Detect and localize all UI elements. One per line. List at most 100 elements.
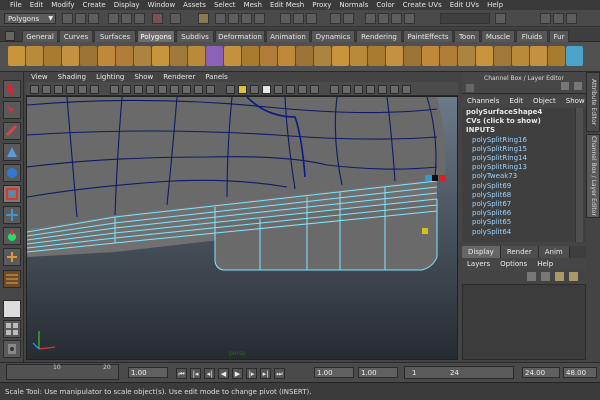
shelf-tool-icon[interactable] — [314, 46, 331, 66]
shelf-tool-icon[interactable] — [350, 46, 367, 66]
render-current-icon[interactable] — [378, 13, 389, 24]
go-to-end-button[interactable]: ⏭ — [274, 368, 285, 379]
shelf-tab-curves[interactable]: Curves — [59, 30, 93, 42]
panel-toolbar-icon[interactable] — [146, 85, 155, 94]
input-node-item[interactable]: polySplit64 — [462, 228, 586, 237]
shelf-tool-icon[interactable] — [224, 46, 241, 66]
shelf-tool-icon[interactable] — [260, 46, 277, 66]
shelf-tool-icon[interactable] — [422, 46, 439, 66]
layer-tab-render[interactable]: Render — [500, 246, 539, 258]
render-view-icon[interactable] — [365, 13, 376, 24]
range-start-field[interactable]: 1.00 — [314, 367, 354, 378]
shelf-tool-icon[interactable] — [404, 46, 421, 66]
show-manipulator-icon[interactable] — [3, 248, 21, 266]
menu-create[interactable]: Create — [78, 0, 109, 10]
shelf-tab-muscle[interactable]: Muscle — [481, 30, 515, 42]
move-layer-up-icon[interactable] — [527, 272, 536, 281]
perspective-viewport[interactable]: persp — [26, 96, 458, 360]
menu-edit-uvs[interactable]: Edit UVs — [446, 0, 483, 10]
play-forwards-button[interactable]: ▶ — [232, 368, 243, 379]
panel-toolbar-icon[interactable] — [30, 85, 39, 94]
select-hierarchy-icon[interactable] — [108, 13, 119, 24]
scale-handle-y[interactable] — [422, 228, 428, 234]
history-icon[interactable] — [330, 13, 341, 24]
select-object-icon[interactable] — [121, 13, 132, 24]
shelf-tool-icon[interactable] — [458, 46, 475, 66]
vertex-mask-icon[interactable] — [215, 13, 226, 24]
shelf-tool-icon[interactable] — [386, 46, 403, 66]
input-node-item[interactable]: polySplit68 — [462, 191, 586, 200]
layer-tab-anim[interactable]: Anim — [538, 246, 570, 258]
input-node-item[interactable]: polySplit65 — [462, 218, 586, 227]
panel-toolbar-icon[interactable] — [402, 85, 411, 94]
panel-toolbar-icon[interactable] — [42, 85, 51, 94]
shelf-tool-icon[interactable] — [80, 46, 97, 66]
attribute-editor-tab[interactable]: Attribute Editor — [586, 72, 600, 132]
panel-menu-lighting[interactable]: Lighting — [91, 72, 129, 82]
panel-toolbar-icon[interactable] — [170, 85, 179, 94]
menu-color[interactable]: Color — [372, 0, 398, 10]
panel-menu-show[interactable]: Show — [129, 72, 158, 82]
menu-set-selector[interactable]: Polygons ▼ — [4, 13, 56, 24]
shelf-tool-icon[interactable] — [512, 46, 529, 66]
panel-menu-panels[interactable]: Panels — [200, 72, 233, 82]
shelf-tab-toon[interactable]: Toon — [454, 30, 480, 42]
shelf-tab-fluids[interactable]: Fluids — [516, 30, 548, 42]
shelf-tab-deformation[interactable]: Deformation — [215, 30, 265, 42]
scale-tool-icon[interactable] — [3, 185, 21, 203]
channel-box-tab[interactable]: Channel Box / Layer Editor — [586, 134, 600, 218]
panel-toolbar-icon[interactable] — [378, 85, 387, 94]
next-key-button[interactable]: |▸ — [246, 368, 257, 379]
shelf-tool-icon[interactable] — [26, 46, 43, 66]
mask-icon[interactable] — [170, 13, 181, 24]
play-backwards-button[interactable]: ◀ — [218, 368, 229, 379]
edge-mask-icon[interactable] — [228, 13, 239, 24]
shelf-tool-icon[interactable] — [206, 46, 223, 66]
single-perspective-layout-icon[interactable] — [3, 300, 21, 318]
scale-handle-z[interactable] — [425, 175, 432, 181]
input-node-item[interactable]: polySplitRing15 — [462, 145, 586, 154]
shelf-tab-fur[interactable]: Fur — [549, 30, 569, 42]
input-node-item[interactable]: polyTweak73 — [462, 172, 586, 181]
move-tool-icon[interactable] — [3, 143, 21, 161]
shelf-tab-subdivs[interactable]: Subdivs — [176, 30, 214, 42]
panel-toolbar-icon[interactable] — [182, 85, 191, 94]
channel-box-dock-icon[interactable] — [466, 84, 474, 92]
panel-toolbar-icon[interactable] — [262, 85, 271, 94]
animation-end-field[interactable]: 48.00 — [563, 367, 597, 378]
soft-modify-tool-icon[interactable] — [3, 227, 21, 245]
shelf-tool-icon[interactable] — [566, 46, 583, 66]
channel-box-settings-icon[interactable] — [574, 82, 582, 90]
panel-toolbar-icon[interactable] — [110, 85, 119, 94]
input-node-item[interactable]: polySplit66 — [462, 209, 586, 218]
panel-toolbar-icon[interactable] — [122, 85, 131, 94]
menu-file[interactable]: File — [6, 0, 26, 10]
shelf-tool-icon[interactable] — [548, 46, 565, 66]
ipr-render-icon[interactable] — [391, 13, 402, 24]
channel-box-scrollbar[interactable] — [575, 108, 583, 242]
face-mask-icon[interactable] — [241, 13, 252, 24]
new-layer-selected-icon[interactable] — [569, 272, 578, 281]
shelf-tool-icon[interactable] — [476, 46, 493, 66]
prev-key-button[interactable]: ◂| — [204, 368, 215, 379]
show-channel-box-icon[interactable] — [566, 13, 577, 24]
menu-help[interactable]: Help — [483, 0, 507, 10]
channel-box-menu-edit[interactable]: Edit — [504, 96, 528, 107]
panel-toolbar-icon[interactable] — [354, 85, 363, 94]
range-slider[interactable] — [404, 366, 514, 379]
channel-box-menu-channels[interactable]: Channels — [462, 96, 504, 107]
panel-toolbar-icon[interactable] — [90, 85, 99, 94]
show-attribute-editor-icon[interactable] — [540, 13, 551, 24]
shelf-tab-rendering[interactable]: Rendering — [356, 30, 402, 42]
layer-list[interactable] — [462, 284, 586, 360]
input-node-item[interactable]: polySplitRing16 — [462, 136, 586, 145]
show-tool-settings-icon[interactable] — [553, 13, 564, 24]
panel-menu-shading[interactable]: Shading — [53, 72, 91, 82]
panel-toolbar-icon[interactable] — [390, 85, 399, 94]
new-scene-icon[interactable] — [62, 13, 73, 24]
shelf-menu-icon[interactable] — [5, 31, 15, 41]
lasso-icon[interactable] — [495, 13, 506, 24]
shelf-tool-icon[interactable] — [188, 46, 205, 66]
shelf-tool-icon[interactable] — [152, 46, 169, 66]
input-node-item[interactable]: polySplit69 — [462, 182, 586, 191]
